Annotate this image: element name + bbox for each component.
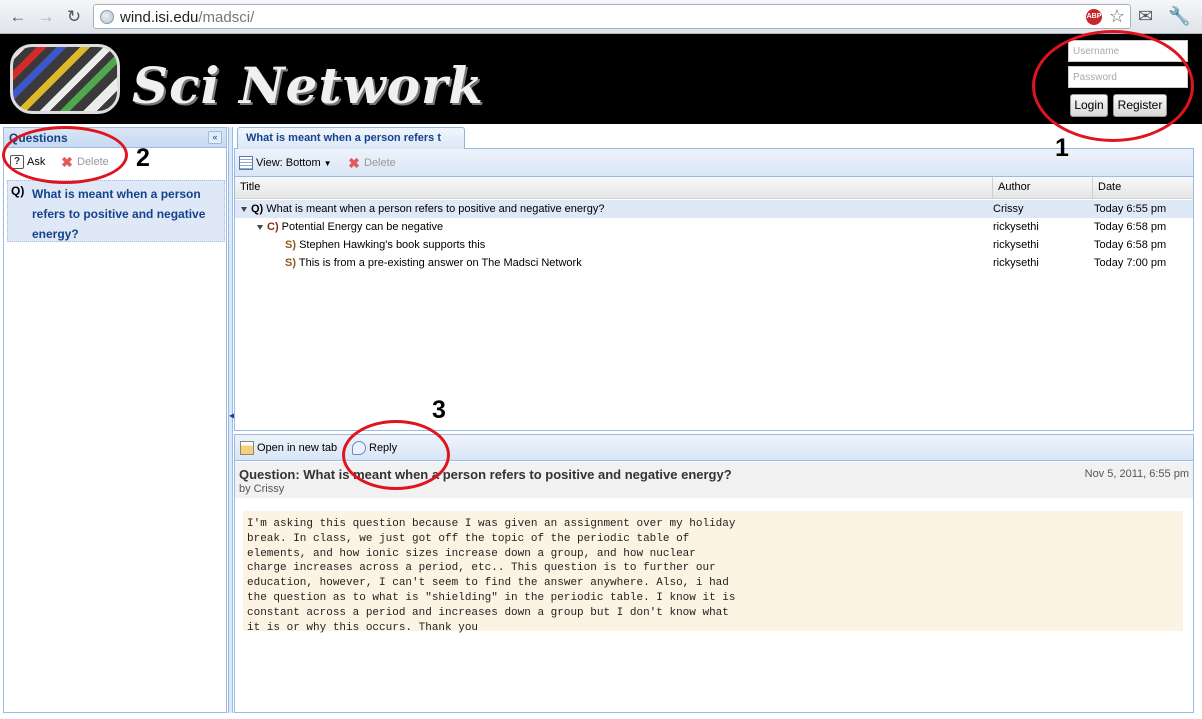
row-prefix: S) <box>285 239 296 251</box>
site-logo-text: Sci Network <box>132 56 484 115</box>
chevron-down-icon: ▼ <box>323 159 332 168</box>
column-header-date[interactable]: Date <box>1093 177 1193 199</box>
mad-logo-graphic <box>10 44 120 114</box>
question-body: I'm asking this question because I was g… <box>243 511 1183 634</box>
row-date: Today 6:55 pm <box>1094 203 1167 215</box>
app-root: ← → ↻ wind.isi.edu/madsci/ ABP ☆ ✉ 🔧 Sci… <box>0 0 1202 719</box>
row-date: Today 6:58 pm <box>1094 239 1167 251</box>
detail-panel: Open in new tab Reply Question: What is … <box>234 434 1194 713</box>
question-body-text: I'm asking this question because I was g… <box>247 518 736 634</box>
back-arrow-icon[interactable]: ← <box>8 7 28 27</box>
row-title-cell: Q) What is meant when a person refers to… <box>241 200 604 218</box>
adblock-icon[interactable]: ABP <box>1086 9 1102 25</box>
view-label: View: Bottom <box>256 157 321 169</box>
address-url: wind.isi.edu/madsci/ <box>120 9 255 26</box>
row-author: Crissy <box>993 203 1024 215</box>
column-header-author[interactable]: Author <box>993 177 1093 199</box>
detail-header: Question: What is meant when a person re… <box>235 462 1193 498</box>
reply-label: Reply <box>369 442 398 454</box>
panel-splitter[interactable]: ◀ <box>228 127 235 713</box>
delete-question-button[interactable]: ✖ Delete <box>60 154 109 170</box>
question-prefix: Q) <box>11 184 25 198</box>
row-title-cell: C) Potential Energy can be negative <box>257 218 443 236</box>
site-banner: Sci Network <box>0 34 1202 124</box>
column-header-title[interactable]: Title <box>235 177 993 199</box>
view-dropdown-button[interactable]: View: Bottom ▼ <box>239 155 332 171</box>
row-date: Today 7:00 pm <box>1094 257 1167 269</box>
detail-date: Nov 5, 2011, 6:55 pm <box>1084 468 1189 480</box>
collapse-panel-icon[interactable]: « <box>208 131 222 144</box>
question-list-item[interactable]: Q) What is meant when a person refers to… <box>7 180 225 242</box>
annotation-number-3: 3 <box>432 396 446 424</box>
bookmark-star-icon[interactable]: ☆ <box>1109 6 1125 26</box>
annotation-number-2: 2 <box>136 144 150 172</box>
detail-title: Question: What is meant when a person re… <box>239 467 732 482</box>
new-tab-icon <box>240 441 254 456</box>
view-layout-icon <box>239 156 253 171</box>
speech-bubble-icon <box>352 441 366 456</box>
thread-grid-panel: View: Bottom ▼ ✖ Delete Title Author Date… <box>234 149 1194 431</box>
delete-post-label: Delete <box>364 157 396 169</box>
delete-x-icon: ✖ <box>61 154 73 171</box>
open-new-tab-button[interactable]: Open in new tab <box>240 440 337 456</box>
row-date: Today 6:58 pm <box>1094 221 1167 233</box>
grid-header: Title Author Date <box>235 177 1193 199</box>
register-button[interactable]: Register <box>1113 94 1167 117</box>
address-bar[interactable]: wind.isi.edu/madsci/ ABP ☆ <box>93 4 1131 29</box>
questions-panel-header: Questions « <box>4 128 226 148</box>
row-prefix: C) <box>267 221 279 233</box>
wrench-icon[interactable]: 🔧 <box>1168 6 1190 26</box>
tab-strip: What is meant when a person refers t <box>234 127 1194 149</box>
grid-toolbar: View: Bottom ▼ ✖ Delete <box>235 149 1193 177</box>
row-author: rickysethi <box>993 257 1039 269</box>
detail-byline: by Crissy <box>239 483 285 495</box>
row-author: rickysethi <box>993 239 1039 251</box>
reply-button[interactable]: Reply <box>352 440 397 456</box>
login-button[interactable]: Login <box>1070 94 1108 117</box>
row-title: What is meant when a person refers to po… <box>266 203 605 215</box>
username-field[interactable] <box>1068 40 1188 62</box>
delete-post-button[interactable]: ✖ Delete <box>347 155 396 171</box>
password-field[interactable] <box>1068 66 1188 88</box>
question-icon: ? <box>10 155 24 170</box>
gmail-icon[interactable]: ✉ <box>1138 6 1153 26</box>
ask-button[interactable]: ? Ask <box>10 154 45 170</box>
forward-arrow-icon[interactable]: → <box>36 7 56 27</box>
table-row[interactable]: C) Potential Energy can be negative rick… <box>235 218 1193 236</box>
expand-arrow-icon[interactable] <box>257 224 263 230</box>
expand-arrow-icon[interactable] <box>241 206 247 212</box>
row-title: This is from a pre-existing answer on Th… <box>298 257 582 269</box>
globe-icon <box>100 10 114 24</box>
browser-toolbar: ← → ↻ wind.isi.edu/madsci/ ABP ☆ ✉ 🔧 <box>0 0 1202 34</box>
row-prefix: Q) <box>251 203 264 215</box>
questions-toolbar: ? Ask ✖ Delete <box>4 149 226 175</box>
delete-label: Delete <box>77 156 109 168</box>
ask-label: Ask <box>27 156 46 168</box>
open-tab-label: Open in new tab <box>257 442 338 454</box>
row-title-cell: S) This is from a pre-existing answer on… <box>285 254 582 272</box>
table-row[interactable]: S) This is from a pre-existing answer on… <box>235 254 1193 272</box>
row-title: Potential Energy can be negative <box>281 221 444 233</box>
tab-question[interactable]: What is meant when a person refers t <box>237 127 465 149</box>
question-list-text: What is meant when a person refers to po… <box>32 187 206 241</box>
annotation-number-1: 1 <box>1055 134 1069 162</box>
detail-toolbar: Open in new tab Reply <box>235 435 1193 461</box>
main-area: What is meant when a person refers t Vie… <box>234 127 1194 713</box>
table-row[interactable]: S) Stephen Hawking's book supports this … <box>235 236 1193 254</box>
row-prefix: S) <box>285 257 296 269</box>
questions-panel-title: Questions <box>9 131 68 145</box>
table-row[interactable]: Q) What is meant when a person refers to… <box>235 200 1193 218</box>
reload-icon[interactable]: ↻ <box>64 7 84 27</box>
questions-panel: Questions « ? Ask ✖ Delete Q) What is mean… <box>3 127 227 713</box>
row-title: Stephen Hawking's book supports this <box>299 239 486 251</box>
row-author: rickysethi <box>993 221 1039 233</box>
delete-x-icon: ✖ <box>348 155 360 172</box>
row-title-cell: S) Stephen Hawking's book supports this <box>285 236 485 254</box>
